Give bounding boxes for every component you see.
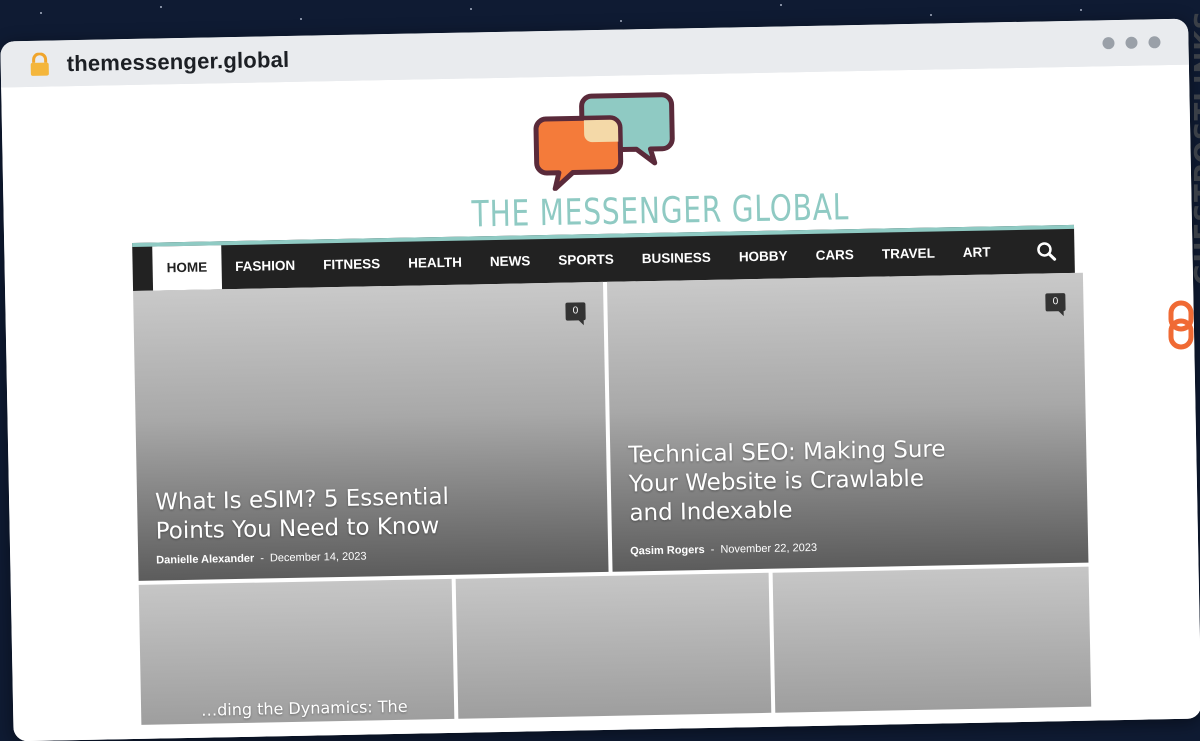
nav-item-fitness[interactable]: FITNESS (309, 242, 395, 288)
chain-link-icon (1168, 300, 1194, 350)
nav-item-hobby[interactable]: HOBBY (724, 234, 802, 279)
comment-count-badge[interactable]: 0 (565, 302, 586, 321)
meta-separator: - (260, 552, 265, 565)
nav-item-news[interactable]: NEWS (475, 239, 544, 284)
nav-item-travel[interactable]: TRAVEL (867, 231, 949, 277)
window-dot-icon[interactable] (1102, 37, 1115, 50)
nav-item-health[interactable]: HEALTH (394, 240, 477, 286)
window-dot-icon[interactable] (1148, 36, 1161, 49)
nav-item-fashion[interactable]: FASHION (221, 244, 310, 290)
post-author[interactable]: Qasim Rogers (630, 544, 705, 557)
badge-text: GUESTPOSTLINKS (1190, 9, 1200, 285)
guestpostlinks-badge: GUESTPOSTLINKS (1160, 10, 1200, 360)
logo-text: THE MESSENGER GLOBAL (471, 187, 850, 236)
post-tile[interactable] (455, 572, 772, 719)
featured-post-tile[interactable]: 0 Technical SEO: Making Sure Your Websit… (606, 272, 1089, 572)
nav-item-sports[interactable]: SPORTS (544, 237, 628, 283)
meta-separator: - (710, 543, 715, 556)
web-page: THE MESSENGER GLOBAL HOME FASHION FITNESS H… (1, 64, 1200, 741)
nav-item-cars[interactable]: CARS (801, 233, 868, 278)
nav-item-art[interactable]: ART (948, 230, 1005, 275)
post-tile[interactable]: …ding the Dynamics: The (138, 578, 455, 725)
lock-icon (30, 52, 49, 76)
nav-item-home[interactable]: HOME (152, 245, 222, 291)
post-date: December 14, 2023 (269, 550, 367, 565)
window-controls (1102, 36, 1161, 50)
post-meta: Danielle Alexander - December 14, 2023 (156, 551, 367, 567)
speech-bubbles-icon (533, 92, 675, 192)
url-text[interactable]: themessenger.global (66, 47, 289, 77)
post-date: November 22, 2023 (720, 541, 818, 556)
nav-item-business[interactable]: BUSINESS (627, 236, 725, 282)
browser-window: themessenger.global THE MESSENGER GLOBAL (0, 18, 1200, 741)
comment-count-badge[interactable]: 0 (1045, 293, 1066, 312)
site-logo[interactable]: THE MESSENGER GLOBAL (441, 87, 849, 235)
post-title[interactable]: What Is eSIM? 5 Essential Points You Nee… (155, 483, 456, 547)
post-meta: Qasim Rogers - November 22, 2023 (630, 542, 817, 558)
window-dot-icon[interactable] (1125, 36, 1138, 49)
post-author[interactable]: Danielle Alexander (156, 553, 254, 567)
post-title[interactable]: Technical SEO: Making Sure Your Website … (628, 435, 970, 529)
search-icon[interactable] (1036, 241, 1057, 261)
featured-post-tile[interactable]: 0 What Is eSIM? 5 Essential Points You N… (133, 281, 609, 581)
post-tile[interactable] (772, 566, 1092, 713)
post-title[interactable]: …ding the Dynamics: The (201, 692, 408, 725)
